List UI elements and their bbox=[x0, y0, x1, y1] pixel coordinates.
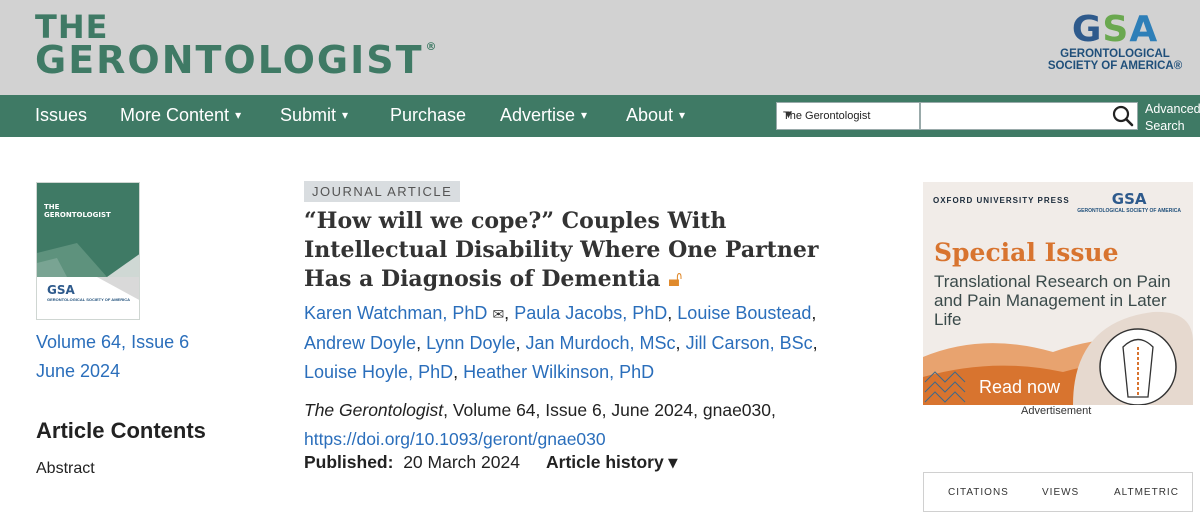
issue-cover[interactable]: THE GERONTOLOGIST GSA GERONTOLOGICAL SOCI… bbox=[36, 182, 140, 320]
ad-read-now: Read now bbox=[979, 377, 1061, 397]
chevron-down-icon: ▾ bbox=[235, 108, 242, 122]
search-input[interactable] bbox=[920, 102, 1138, 130]
journal-logo[interactable]: THE GERONTOLOGIST ® bbox=[35, 11, 439, 80]
issue-date: June 2024 bbox=[36, 361, 121, 381]
nav-purchase[interactable]: Purchase bbox=[390, 105, 466, 126]
author-link[interactable]: Louise Hoyle, PhD bbox=[304, 362, 453, 382]
published-info: Published: 20 March 2024 bbox=[304, 452, 520, 472]
ad-gsa-logo: GSA GERONTOLOGICAL SOCIETY OF AMERICA bbox=[1077, 190, 1181, 214]
nav-issues[interactable]: Issues bbox=[35, 105, 87, 126]
nav-advertise[interactable]: Advertise ▾ bbox=[500, 105, 587, 126]
author-link[interactable]: Karen Watchman, PhD bbox=[304, 303, 487, 323]
article-title: “How will we cope?” Couples With Intelle… bbox=[304, 208, 819, 292]
citation-journal: The Gerontologist bbox=[304, 400, 444, 420]
author-link[interactable]: Jill Carson, BSc bbox=[686, 333, 813, 353]
chevron-down-icon: ▾ bbox=[342, 108, 349, 122]
author-list: Karen Watchman, PhD ✉, Paula Jacobs, PhD… bbox=[304, 303, 818, 382]
gsa-logo[interactable]: GSA GERONTOLOGICAL SOCIETY OF AMERICA® bbox=[1040, 12, 1190, 73]
article-type-badge: JOURNAL ARTICLE bbox=[304, 181, 461, 202]
nav-submit[interactable]: Submit ▾ bbox=[280, 105, 348, 126]
tab-views[interactable]: VIEWS bbox=[1042, 487, 1079, 498]
search-scope-select[interactable]: The Gerontologist ▼ bbox=[776, 102, 920, 130]
tab-citations[interactable]: CITATIONS bbox=[948, 487, 1009, 498]
published-date: 20 March 2024 bbox=[403, 452, 520, 472]
gsa-name-line1: GERONTOLOGICAL bbox=[1060, 48, 1170, 60]
toc-abstract-link[interactable]: Abstract bbox=[36, 460, 95, 478]
search-icon bbox=[1112, 105, 1134, 127]
open-access-lock-icon: 🔓︎ bbox=[668, 267, 683, 292]
volume-issue-link[interactable]: Volume 64, Issue 6 bbox=[36, 332, 189, 352]
author-link[interactable]: Andrew Doyle bbox=[304, 333, 416, 353]
advanced-search-link[interactable]: Advanced Search bbox=[1145, 101, 1200, 135]
envelope-icon[interactable]: ✉ bbox=[492, 306, 504, 322]
tab-altmetric[interactable]: ALTMETRIC bbox=[1114, 487, 1179, 498]
author-link[interactable]: Lynn Doyle bbox=[426, 333, 515, 353]
ad-title: Special Issue bbox=[934, 238, 1119, 267]
ad-subtitle: Translational Research on Pain and Pain … bbox=[934, 272, 1171, 329]
gsa-name-line2: SOCIETY OF AMERICA bbox=[1047, 60, 1174, 72]
author-link[interactable]: Jan Murdoch, MSc bbox=[525, 333, 675, 353]
author-link[interactable]: Paula Jacobs, PhD bbox=[514, 303, 667, 323]
registered-mark: ® bbox=[425, 40, 439, 54]
oxford-logo: OXFORD UNIVERSITY PRESS bbox=[933, 196, 1070, 205]
article-metrics-tabs: CITATIONS VIEWS ALTMETRIC bbox=[923, 472, 1193, 512]
article-history-toggle[interactable]: Article history ▾ bbox=[546, 452, 677, 473]
advertisement-banner[interactable]: OXFORD UNIVERSITY PRESS GSA GERONTOLOGICA… bbox=[923, 182, 1193, 405]
search-button[interactable] bbox=[1110, 103, 1137, 129]
author-link[interactable]: Louise Boustead bbox=[677, 303, 811, 323]
article-contents-heading: Article Contents bbox=[36, 418, 206, 443]
dropdown-arrow-icon: ▼ bbox=[783, 109, 794, 121]
issue-info: Volume 64, Issue 6 June 2024 bbox=[36, 328, 189, 386]
chevron-down-icon: ▾ bbox=[679, 108, 686, 122]
chevron-down-icon: ▾ bbox=[581, 108, 588, 122]
doi-link[interactable]: https://doi.org/10.1093/geront/gnae030 bbox=[304, 429, 606, 449]
advertisement-label: Advertisement bbox=[1021, 405, 1092, 417]
author-link[interactable]: Heather Wilkinson, PhD bbox=[463, 362, 654, 382]
masthead: THE GERONTOLOGIST ® GSA GERONTOLOGICAL SO… bbox=[0, 0, 1200, 95]
journal-logo-line2: GERONTOLOGIST bbox=[35, 38, 424, 83]
citation: The Gerontologist, Volume 64, Issue 6, J… bbox=[304, 400, 776, 449]
nav-about[interactable]: About ▾ bbox=[626, 105, 685, 126]
nav-more-content[interactable]: More Content ▾ bbox=[120, 105, 241, 126]
cover-gsa-logo: GSA bbox=[47, 283, 75, 297]
